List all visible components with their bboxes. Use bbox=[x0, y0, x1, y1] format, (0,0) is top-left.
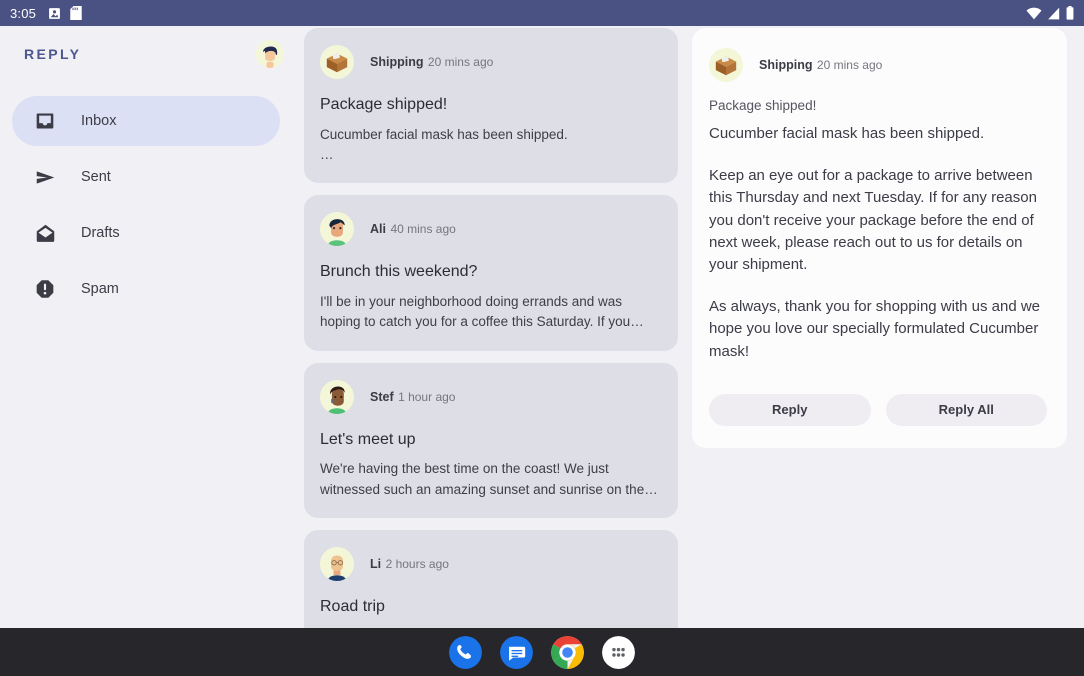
cell-signal-icon bbox=[1048, 7, 1060, 19]
app-brand-title: REPLY bbox=[24, 46, 82, 62]
email-subject: Brunch this weekend? bbox=[320, 263, 478, 281]
email-meta: Stef 1 hour ago bbox=[370, 388, 455, 406]
drafts-icon bbox=[34, 222, 56, 244]
email-detail-subject: Package shipped! bbox=[709, 98, 817, 113]
package-avatar bbox=[709, 48, 743, 82]
email-detail-header: Shipping 20 mins ago bbox=[709, 48, 1047, 82]
sidebar-item-spam[interactable]: Spam bbox=[12, 264, 280, 314]
user-avatar-icon bbox=[256, 40, 284, 68]
reply-button[interactable]: Reply bbox=[709, 393, 871, 426]
person-avatar-icon bbox=[320, 546, 354, 581]
email-preview: I'll be in your neighborhood doing erran… bbox=[320, 294, 631, 330]
email-body-paragraph: Keep an eye out for a package to arrive … bbox=[709, 167, 1037, 273]
email-subject: Package shipped! bbox=[320, 96, 448, 113]
sd-card-icon bbox=[70, 6, 82, 20]
email-time: 2 hours ago bbox=[385, 556, 449, 571]
person-avatar-icon bbox=[320, 379, 354, 414]
email-time: 1 hour ago bbox=[398, 389, 456, 404]
sidebar-item-drafts[interactable]: Drafts bbox=[12, 208, 280, 258]
sidebar-item-label: Sent bbox=[81, 169, 111, 185]
email-detail-body: Cucumber facial mask has been shipped. K… bbox=[709, 123, 1047, 363]
email-meta: Li 2 hours ago bbox=[370, 555, 449, 573]
status-bar-notification-icons bbox=[48, 6, 82, 20]
inbox-icon bbox=[34, 110, 56, 132]
reply-all-button[interactable]: Reply All bbox=[885, 393, 1047, 426]
ali-avatar bbox=[320, 212, 354, 247]
avatar[interactable] bbox=[256, 40, 284, 68]
wifi-icon bbox=[1026, 7, 1042, 19]
email-detail-sender: Shipping bbox=[759, 58, 813, 72]
status-bar-system-icons bbox=[1026, 6, 1074, 20]
sidebar-header: REPLY bbox=[0, 26, 304, 82]
email-time: 40 mins ago bbox=[390, 222, 456, 237]
email-list-item[interactable]: Li 2 hours ago Road trip Thought we migh… bbox=[304, 529, 678, 628]
battery-icon bbox=[1066, 6, 1074, 20]
sidebar-item-sent[interactable]: Sent bbox=[12, 152, 280, 202]
sidebar-item-label: Spam bbox=[81, 281, 119, 297]
sidebar-nav-list: Inbox Sent Drafts Spam bbox=[0, 96, 304, 314]
photo-icon bbox=[49, 7, 61, 19]
spam-icon bbox=[34, 278, 56, 300]
email-detail-actions: Reply Reply All bbox=[709, 393, 1047, 426]
email-meta: Ali 40 mins ago bbox=[370, 220, 456, 238]
email-detail-card: Shipping 20 mins ago Package shipped! Cu… bbox=[692, 28, 1067, 448]
email-list-item[interactable]: Stef 1 hour ago Let's meet up We're havi… bbox=[304, 362, 678, 518]
sidebar-item-label: Drafts bbox=[81, 225, 120, 241]
email-subject: Road trip bbox=[320, 597, 385, 615]
package-icon bbox=[709, 48, 743, 82]
email-detail-meta: Shipping 20 mins ago bbox=[759, 56, 882, 74]
chrome-app-icon[interactable] bbox=[551, 635, 584, 669]
send-icon bbox=[34, 166, 56, 188]
email-header: Ali 40 mins ago bbox=[320, 212, 658, 247]
system-navigation-bar bbox=[0, 628, 1084, 676]
phone-app-icon[interactable] bbox=[449, 635, 482, 669]
email-list-item[interactable]: Shipping 20 mins ago Package shipped! Cu… bbox=[304, 28, 678, 184]
app-root: REPLY Inbox Sent Drafts Spam Shipping 20… bbox=[0, 26, 1084, 628]
stef-avatar bbox=[320, 379, 354, 414]
email-subject: Let's meet up bbox=[320, 430, 416, 448]
email-body-paragraph: As always, thank you for shopping with u… bbox=[709, 298, 1041, 360]
navigation-sidebar: REPLY Inbox Sent Drafts Spam bbox=[0, 26, 304, 628]
email-detail-pane: Shipping 20 mins ago Package shipped! Cu… bbox=[678, 26, 1084, 628]
email-preview-ellipsis: … bbox=[320, 147, 334, 163]
email-meta: Shipping 20 mins ago bbox=[370, 53, 493, 71]
sidebar-item-inbox[interactable]: Inbox bbox=[12, 96, 280, 146]
app-drawer-icon[interactable] bbox=[602, 635, 635, 669]
email-header: Li 2 hours ago bbox=[320, 546, 658, 581]
email-sender: Stef bbox=[370, 389, 394, 404]
li-avatar bbox=[320, 546, 354, 581]
email-sender: Shipping bbox=[370, 55, 424, 69]
sidebar-item-label: Inbox bbox=[81, 113, 117, 129]
package-icon bbox=[320, 45, 354, 79]
email-sender: Li bbox=[370, 556, 382, 571]
email-detail-time: 20 mins ago bbox=[816, 58, 883, 72]
status-bar: 3:05 bbox=[0, 0, 1084, 26]
email-list-item[interactable]: Ali 40 mins ago Brunch this weekend? I'l… bbox=[304, 195, 678, 351]
email-body-paragraph: Cucumber facial mask has been shipped. bbox=[709, 125, 985, 142]
email-header: Stef 1 hour ago bbox=[320, 379, 658, 414]
status-bar-time: 3:05 bbox=[10, 5, 37, 21]
email-sender: Ali bbox=[370, 222, 386, 237]
email-list[interactable]: Shipping 20 mins ago Package shipped! Cu… bbox=[304, 26, 678, 628]
email-preview: We're having the best time on the coast!… bbox=[320, 461, 645, 497]
messages-app-icon[interactable] bbox=[500, 635, 533, 669]
email-header: Shipping 20 mins ago bbox=[320, 45, 658, 79]
email-preview: Cucumber facial mask has been shipped. bbox=[320, 126, 568, 142]
person-avatar-icon bbox=[320, 212, 354, 247]
email-time: 20 mins ago bbox=[427, 55, 494, 69]
package-avatar bbox=[320, 45, 354, 79]
